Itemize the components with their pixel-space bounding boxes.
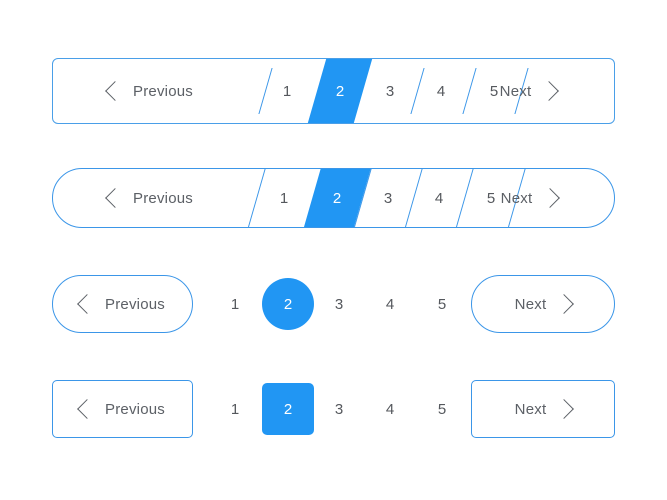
page-button-2-active[interactable]: 2 [317, 59, 363, 123]
previous-label: Previous [105, 400, 165, 418]
page-button-2-active[interactable]: 2 [262, 278, 314, 330]
page-number-label: 1 [230, 295, 240, 313]
page-button-4[interactable]: 4 [375, 380, 405, 438]
page-button-2-active[interactable]: 2 [262, 383, 314, 435]
pagination-showcase: Previous 1 2 3 4 5 Next Previous 1 2 3 4… [0, 0, 667, 500]
chevron-right-icon [540, 188, 561, 208]
page-button-1[interactable]: 1 [220, 275, 250, 333]
chevron-left-icon [77, 294, 97, 314]
next-label: Next [514, 400, 547, 418]
page-number-label: 1 [279, 189, 289, 207]
chevron-right-icon [554, 399, 575, 419]
previous-button-v4[interactable]: Previous [52, 380, 193, 438]
chevron-left-icon [105, 188, 125, 208]
previous-button-v3[interactable]: Previous [52, 275, 193, 333]
previous-button-v1[interactable]: Previous [53, 59, 248, 123]
page-button-1[interactable]: 1 [262, 169, 306, 227]
pagination-rect-square: Previous 1 2 3 4 5 Next [52, 380, 615, 438]
page-button-3[interactable]: 3 [324, 380, 354, 438]
page-button-3[interactable]: 3 [324, 275, 354, 333]
page-number-label: 3 [334, 295, 344, 313]
previous-label: Previous [133, 82, 193, 100]
page-button-2-active[interactable]: 2 [312, 169, 362, 227]
next-label: Next [500, 189, 533, 207]
previous-label: Previous [105, 295, 165, 313]
chevron-left-icon [77, 399, 97, 419]
previous-button-v2[interactable]: Previous [53, 169, 248, 227]
page-number-label: 3 [334, 400, 344, 418]
pagination-slashed-pill-bar: Previous 1 2 3 4 5 Next [52, 168, 615, 228]
page-number-label: 1 [282, 82, 292, 100]
page-button-5[interactable]: 5 [427, 380, 457, 438]
pagination-pill-circle: Previous 1 2 3 4 5 Next [52, 275, 615, 333]
page-number-label: 2 [283, 295, 293, 313]
page-number-label: 2 [283, 400, 293, 418]
page-button-1[interactable]: 1 [220, 380, 250, 438]
next-label: Next [514, 295, 547, 313]
next-button-v3[interactable]: Next [471, 275, 615, 333]
page-button-5[interactable]: 5 [427, 275, 457, 333]
page-number-label: 4 [385, 400, 395, 418]
chevron-right-icon [554, 294, 575, 314]
previous-label: Previous [133, 189, 193, 207]
chevron-right-icon [539, 81, 560, 101]
page-number-label: 2 [332, 189, 342, 207]
next-button-v1[interactable]: Next [442, 59, 614, 123]
pagination-slashed-square-bar: Previous 1 2 3 4 5 Next [52, 58, 615, 124]
page-number-label: 3 [385, 82, 395, 100]
page-number-label: 5 [437, 400, 447, 418]
chevron-left-icon [105, 81, 125, 101]
page-number-label: 5 [437, 295, 447, 313]
page-number-label: 1 [230, 400, 240, 418]
page-number-label: 3 [383, 189, 393, 207]
page-button-1[interactable]: 1 [265, 59, 309, 123]
next-button-v2[interactable]: Next [444, 169, 614, 227]
page-number-label: 2 [335, 82, 345, 100]
page-number-label: 4 [385, 295, 395, 313]
next-button-v4[interactable]: Next [471, 380, 615, 438]
page-number-label: 4 [434, 189, 444, 207]
page-button-3[interactable]: 3 [368, 59, 412, 123]
page-button-4[interactable]: 4 [375, 275, 405, 333]
page-button-3[interactable]: 3 [366, 169, 410, 227]
next-label: Next [499, 82, 532, 100]
